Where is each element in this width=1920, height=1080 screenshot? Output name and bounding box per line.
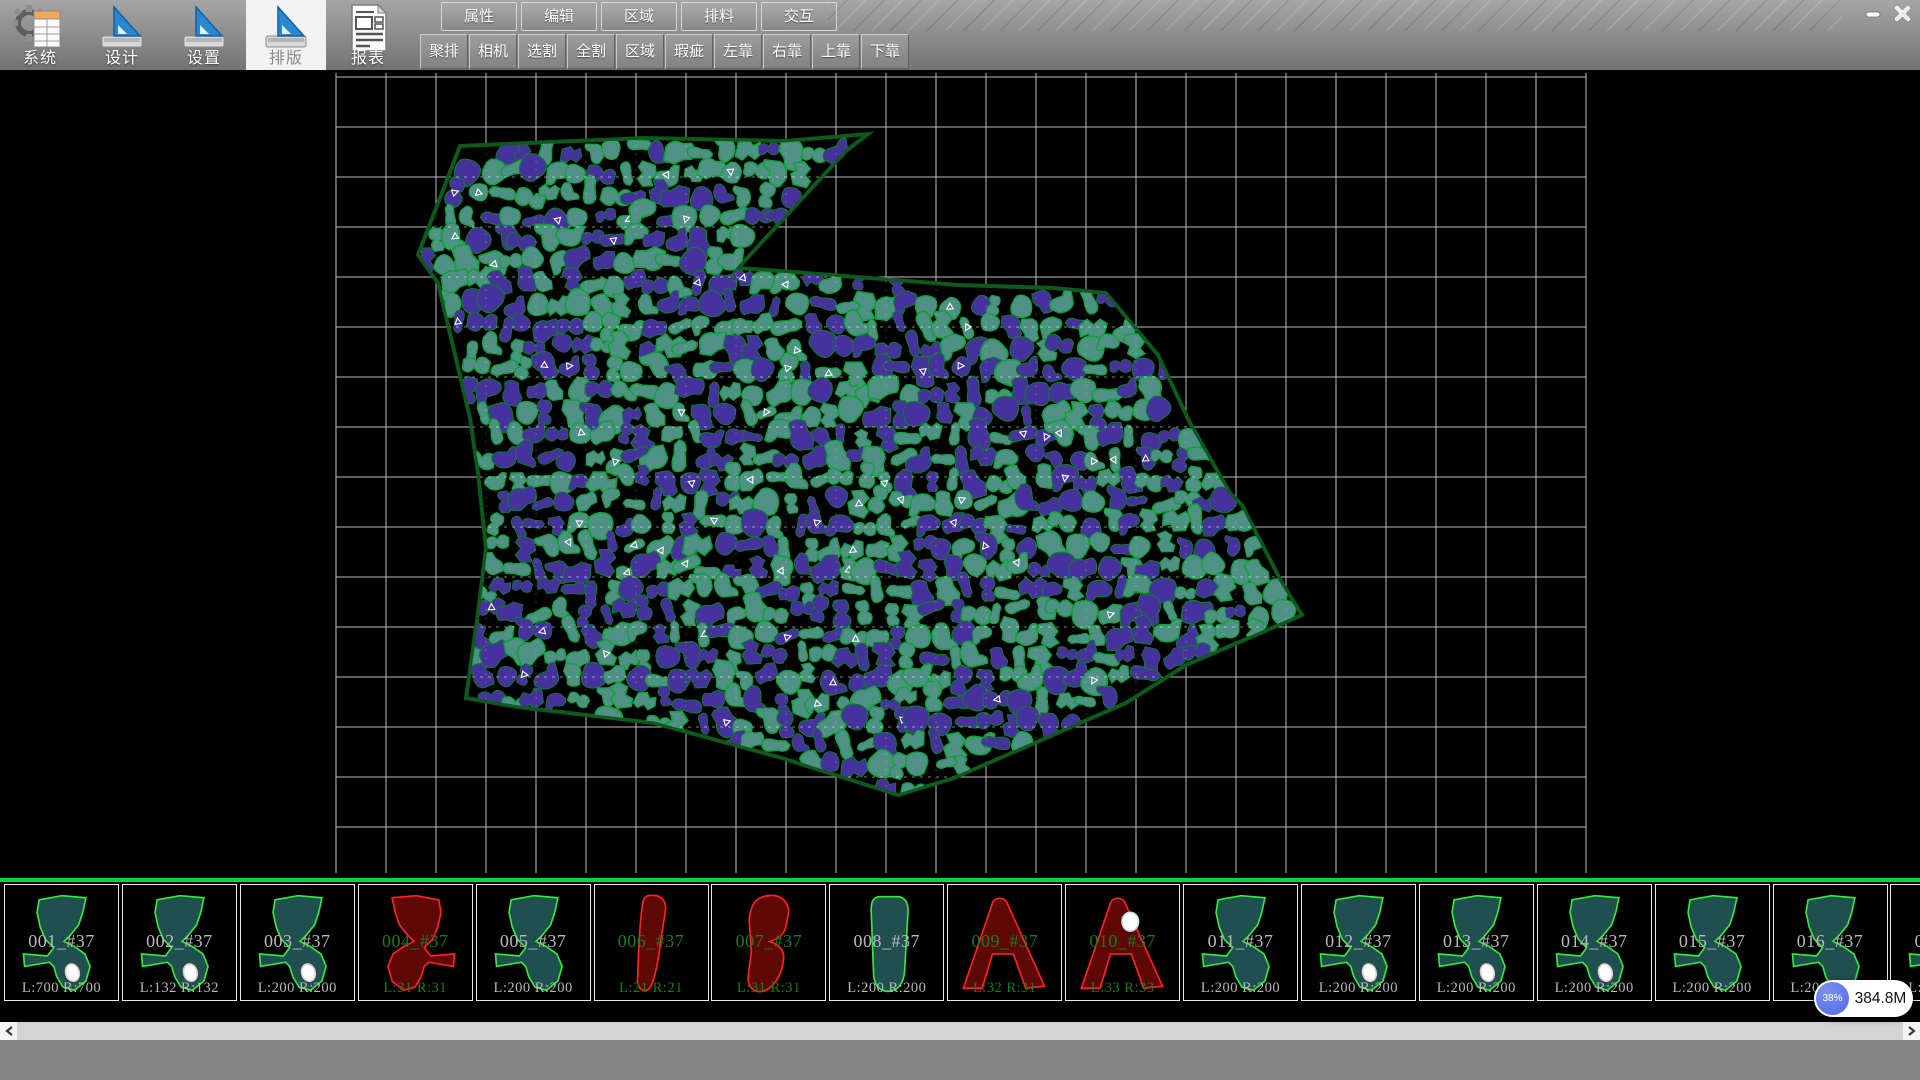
part-id-label: 017_#37 xyxy=(1891,931,1920,952)
part-id-label: 003_#37 xyxy=(241,931,354,952)
part-id-label: 006_#37 xyxy=(595,931,708,952)
nesting-canvas[interactable] xyxy=(0,70,1920,878)
part-thumbnail-007_#37[interactable]: 007_#37 L:31 R:31 xyxy=(711,884,826,1001)
part-id-label: 014_#37 xyxy=(1538,931,1651,952)
menu-tab-2[interactable]: 区域 xyxy=(601,2,677,31)
menu-tab-3[interactable]: 排料 xyxy=(681,2,757,31)
part-thumbnail-015_#37[interactable]: 015_#37 L:200 R:200 xyxy=(1655,884,1770,1001)
part-id-label: 002_#37 xyxy=(123,931,236,952)
scroll-left-button[interactable] xyxy=(0,1022,17,1040)
part-thumbnail-013_#37[interactable]: 013_#37 L:200 R:200 xyxy=(1419,884,1534,1001)
part-thumbnail-005_#37[interactable]: 005_#37 L:200 R:200 xyxy=(476,884,591,1001)
part-counts-label: L:32 R:31 xyxy=(948,980,1061,997)
title-bar: 系统 设计 设置 排版 xyxy=(0,0,1920,70)
part-id-label: 008_#37 xyxy=(830,931,943,952)
part-counts-label: L:200 R:200 xyxy=(1184,980,1297,997)
part-id-label: 007_#37 xyxy=(712,931,825,952)
part-counts-label: L:200 R:200 xyxy=(1656,980,1769,997)
tool-button-7[interactable]: 右靠 xyxy=(763,34,811,69)
chevron-right-icon xyxy=(1908,1026,1916,1036)
part-thumbnail-003_#37[interactable]: 003_#37 L:200 R:200 xyxy=(240,884,355,1001)
part-thumbnail-006_#37[interactable]: 006_#37 L:21 R:21 xyxy=(594,884,709,1001)
part-counts-label: L:31 R:31 xyxy=(359,980,472,997)
part-id-label: 015_#37 xyxy=(1656,931,1769,952)
part-counts-label: L:21 R:21 xyxy=(595,980,708,997)
close-icon xyxy=(1894,5,1911,22)
part-counts-label: L:132 R:132 xyxy=(123,980,236,997)
tool-button-4[interactable]: 区域 xyxy=(616,34,664,69)
tool-button-8[interactable]: 上靠 xyxy=(812,34,860,69)
tool-button-1[interactable]: 相机 xyxy=(469,34,517,69)
tool-bar: 聚排相机选割全割区域瑕疵左靠右靠上靠下靠 xyxy=(0,33,1920,70)
part-thumbnail-008_#37[interactable]: 008_#37 L:200 R:200 xyxy=(829,884,944,1001)
part-id-label: 011_#37 xyxy=(1184,931,1297,952)
menu-bar: 属性编辑区域排料交互 xyxy=(0,0,1920,33)
menu-tab-0[interactable]: 属性 xyxy=(441,2,517,31)
part-id-label: 004_#37 xyxy=(359,931,472,952)
scroll-right-button[interactable] xyxy=(1903,1022,1920,1040)
tool-button-9[interactable]: 下靠 xyxy=(861,34,909,69)
part-thumbnail-014_#37[interactable]: 014_#37 L:200 R:200 xyxy=(1537,884,1652,1001)
memory-badge: 38% 384.8M xyxy=(1814,980,1913,1017)
part-thumbnail-004_#37[interactable]: 004_#37 L:31 R:31 xyxy=(358,884,473,1001)
horizontal-scrollbar[interactable] xyxy=(0,1022,1920,1040)
part-id-label: 001_#37 xyxy=(5,931,118,952)
part-counts-label: L:200 R:200 xyxy=(830,980,943,997)
part-counts-label: L:200 R:200 xyxy=(241,980,354,997)
menu-tab-4[interactable]: 交互 xyxy=(761,2,837,31)
progress-circle: 38% xyxy=(1816,982,1849,1015)
part-counts-label: L:200 R:200 xyxy=(1420,980,1533,997)
status-bar xyxy=(0,1040,1920,1080)
hide-layout-drawing xyxy=(334,73,1588,879)
minimize-button[interactable] xyxy=(1859,5,1886,22)
part-id-label: 012_#37 xyxy=(1302,931,1415,952)
memory-value: 384.8M xyxy=(1854,980,1907,1017)
application-window: 系统 设计 设置 排版 xyxy=(0,0,1920,1080)
part-counts-label: L:31 R:31 xyxy=(712,980,825,997)
minimize-icon xyxy=(1865,6,1881,22)
part-thumbnail-011_#37[interactable]: 011_#37 L:200 R:200 xyxy=(1183,884,1298,1001)
part-counts-label: L:700 R:700 xyxy=(5,980,118,997)
part-id-label: 005_#37 xyxy=(477,931,590,952)
tool-button-3[interactable]: 全割 xyxy=(567,34,615,69)
part-counts-label: L:200 R:200 xyxy=(477,980,590,997)
chevron-left-icon xyxy=(5,1026,13,1036)
part-counts-label: L:33 R:33 xyxy=(1066,980,1179,997)
part-thumbnail-012_#37[interactable]: 012_#37 L:200 R:200 xyxy=(1301,884,1416,1001)
part-thumbnail-002_#37[interactable]: 002_#37 L:132 R:132 xyxy=(122,884,237,1001)
part-thumbnail-001_#37[interactable]: 001_#37 L:700 R:700 xyxy=(4,884,119,1001)
tool-button-6[interactable]: 左靠 xyxy=(714,34,762,69)
tool-button-0[interactable]: 聚排 xyxy=(420,34,468,69)
tool-button-2[interactable]: 选割 xyxy=(518,34,566,69)
part-id-label: 009_#37 xyxy=(948,931,1061,952)
part-id-label: 013_#37 xyxy=(1420,931,1533,952)
part-id-label: 016_#37 xyxy=(1774,931,1887,952)
parts-strip: 001_#37L:700 R:700002_#37L:132 R:132003_… xyxy=(0,884,1920,1003)
tool-button-5[interactable]: 瑕疵 xyxy=(665,34,713,69)
part-id-label: 010_#37 xyxy=(1066,931,1179,952)
part-counts-label: L:200 R:200 xyxy=(1538,980,1651,997)
part-thumbnail-009_#37[interactable]: 009_#37 L:32 R:31 xyxy=(947,884,1062,1001)
close-button[interactable] xyxy=(1889,5,1916,22)
strip-top-divider xyxy=(0,878,1920,882)
part-counts-label: L:200 R:200 xyxy=(1302,980,1415,997)
part-thumbnail-010_#37[interactable]: 010_#37 L:33 R:33 xyxy=(1065,884,1180,1001)
menu-tab-1[interactable]: 编辑 xyxy=(521,2,597,31)
